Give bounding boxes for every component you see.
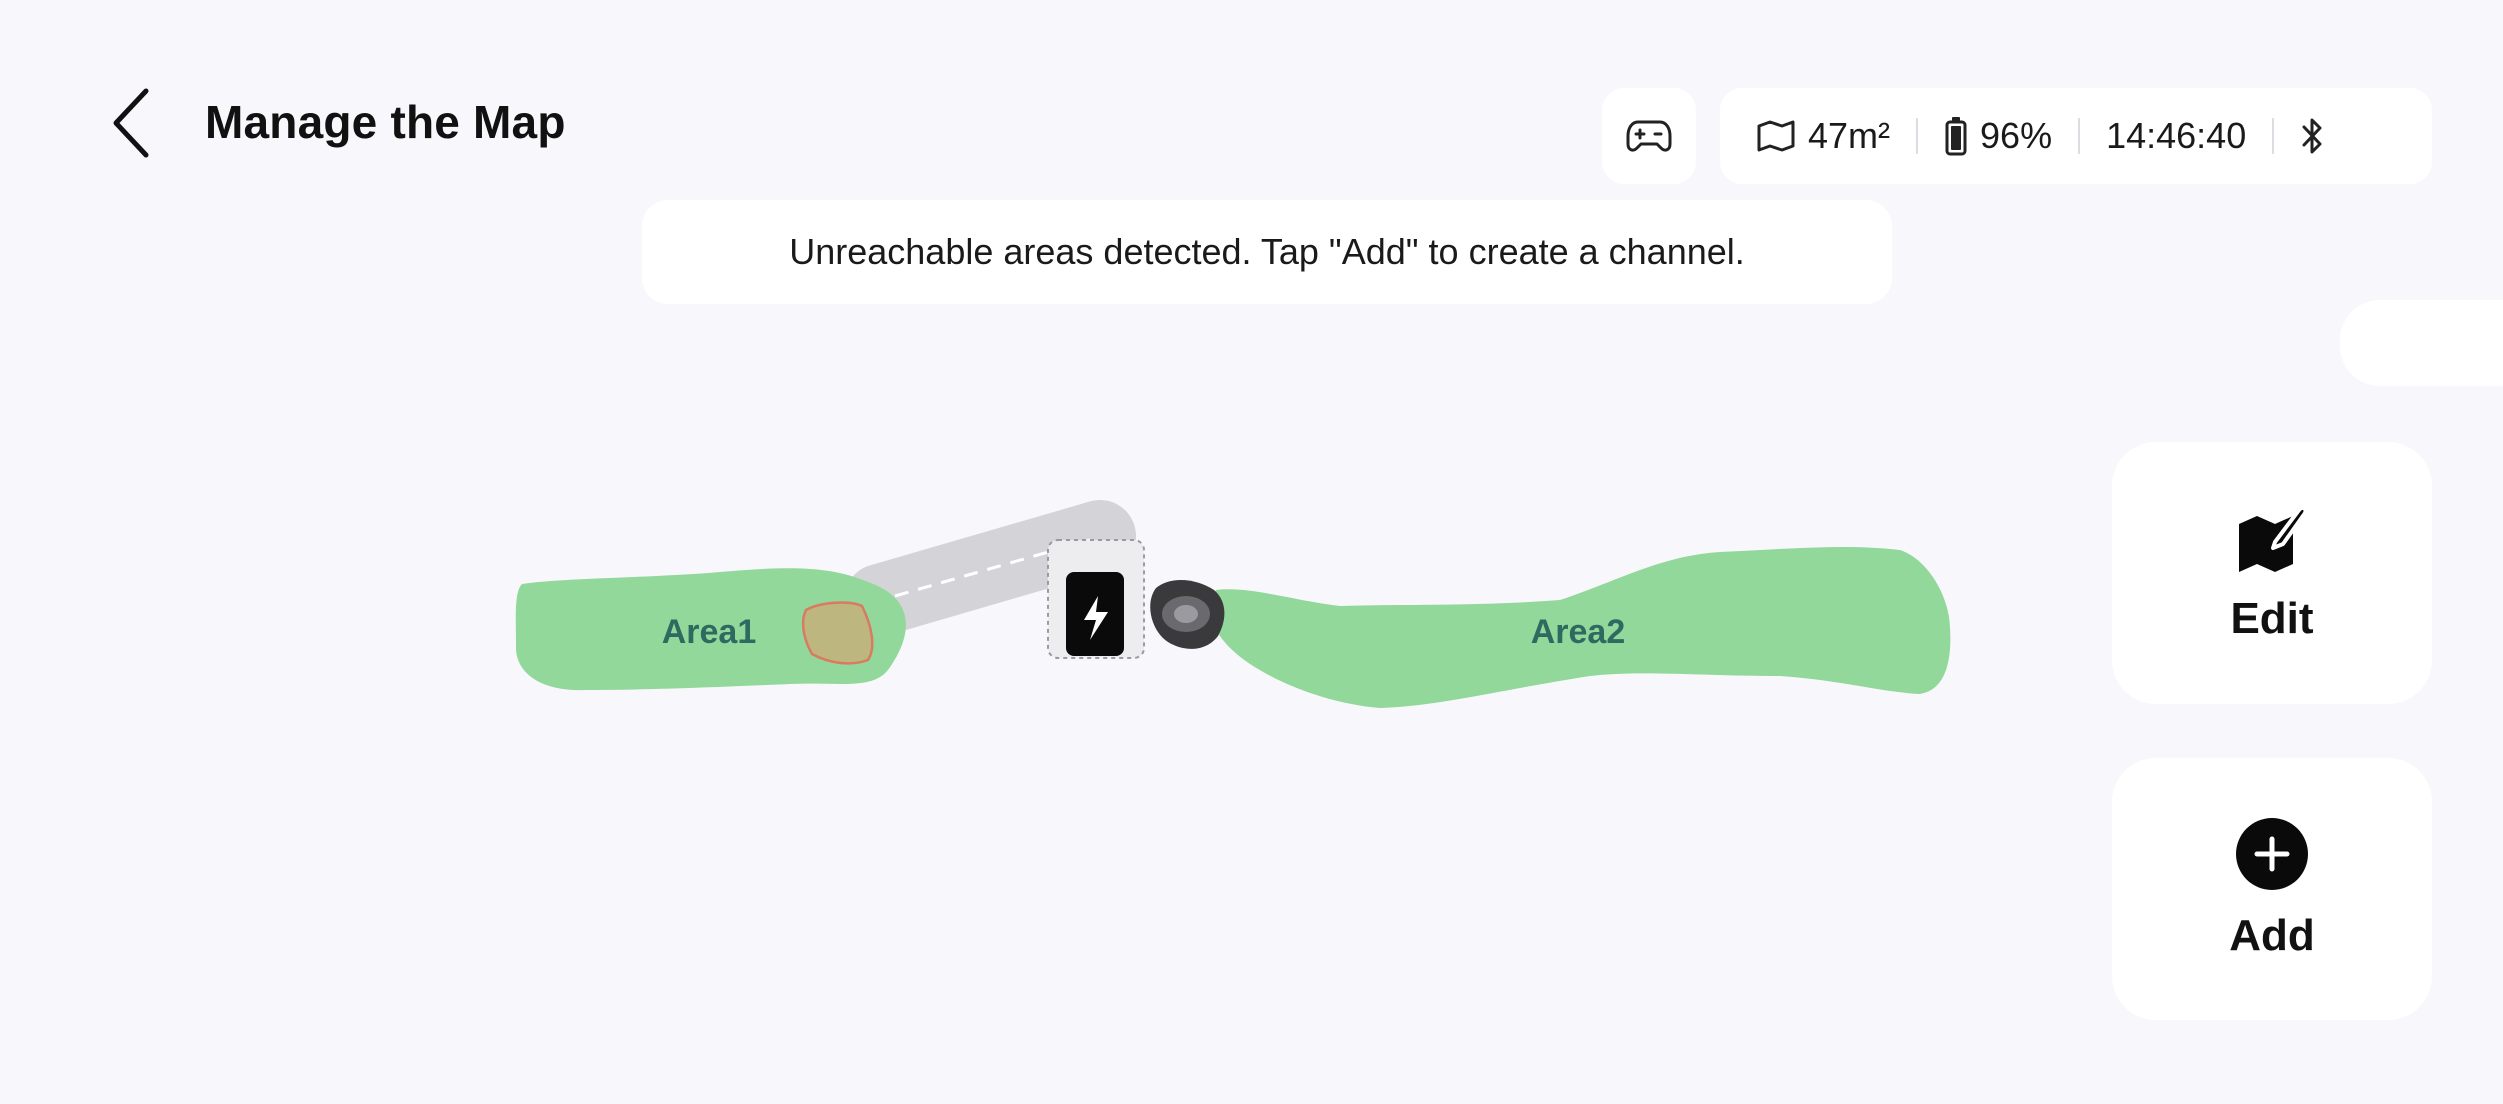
charging-station-icon[interactable] [1047, 539, 1145, 659]
edit-label: Edit [2230, 594, 2314, 643]
add-button[interactable]: Add [2112, 758, 2432, 1020]
robot-mower-icon[interactable] [1150, 579, 1225, 649]
map-edit-icon [2239, 505, 2308, 572]
edit-button[interactable]: Edit [2112, 442, 2432, 704]
plus-circle-icon [2236, 818, 2308, 890]
exclusion-zone[interactable] [801, 601, 874, 665]
zone-label-area2: Area2 [1531, 613, 1626, 651]
add-label: Add [2229, 911, 2315, 960]
zone-label-area1: Area1 [662, 613, 757, 651]
